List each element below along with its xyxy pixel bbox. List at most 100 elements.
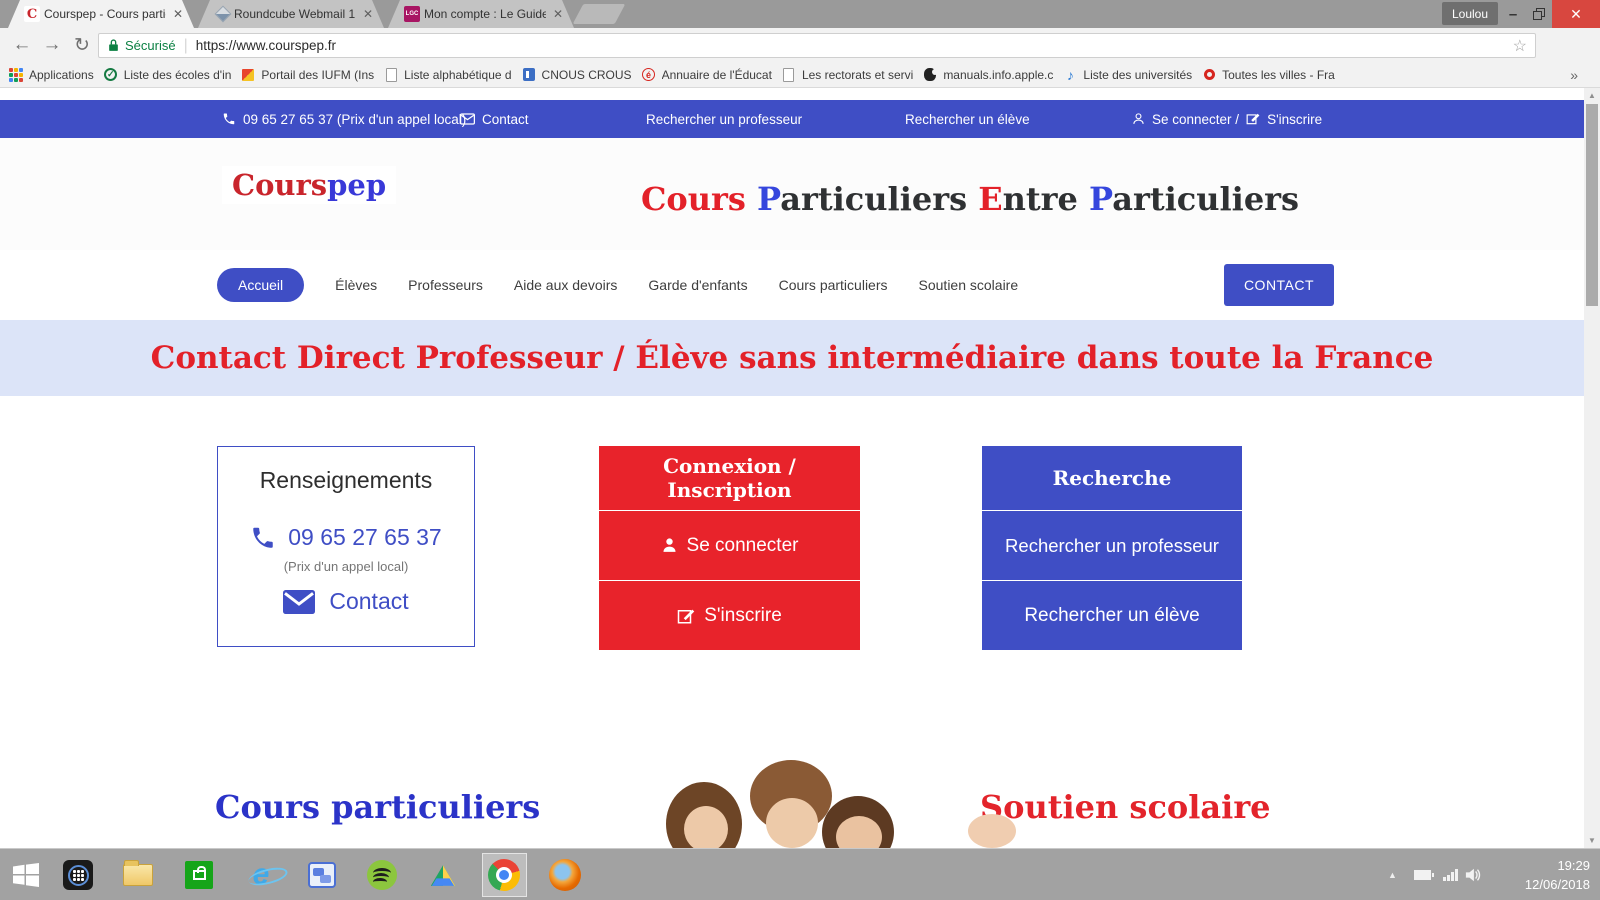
- tab-leguide[interactable]: LGC Mon compte : Le Guide C ✕: [388, 0, 574, 28]
- minimize-button[interactable]: –: [1500, 0, 1526, 28]
- scroll-up-icon[interactable]: ▲: [1584, 91, 1600, 100]
- bottom-sections: Cours particuliers Soutien scolaire: [0, 756, 1584, 848]
- screen: C Courspep - Cours particu ✕ Roundcube W…: [0, 0, 1600, 900]
- site-logo[interactable]: Courspep: [222, 166, 396, 204]
- apps-grid-icon: [8, 67, 24, 83]
- firefox-icon[interactable]: [549, 859, 581, 891]
- messaging-icon[interactable]: [306, 859, 338, 891]
- rechercher-professeur-button[interactable]: Rechercher un professeur: [982, 510, 1242, 580]
- bookmark-label: Annuaire de l'Éducat: [662, 68, 772, 82]
- contact-button[interactable]: CONTACT: [1224, 264, 1334, 306]
- phone-link[interactable]: 09 65 27 65 37: [218, 524, 474, 551]
- page-viewport: 09 65 27 65 37 (Prix d'un appel local) C…: [0, 88, 1600, 848]
- roundcube-favicon: [214, 6, 230, 22]
- tab-close-icon[interactable]: ✕: [550, 7, 566, 21]
- clock-time: 19:29: [1478, 856, 1590, 875]
- phone-number: 09 65 27 65 37: [288, 524, 441, 551]
- bookmark-star-icon[interactable]: ☆: [1513, 36, 1527, 56]
- bookmark-annuaire[interactable]: é Annuaire de l'Éducat: [641, 67, 772, 83]
- spotify-icon[interactable]: [366, 859, 398, 891]
- url-text[interactable]: https://www.courspep.fr: [196, 38, 1513, 53]
- topbar-link-eleve[interactable]: Rechercher un élève: [905, 100, 1030, 138]
- address-bar[interactable]: Sécurisé | https://www.courspep.fr ☆: [98, 33, 1536, 58]
- title-word: E: [978, 180, 1002, 218]
- logo-part-red: Cours: [232, 168, 327, 202]
- site-title: Cours Particuliers Entre Particuliers: [640, 180, 1300, 218]
- tab-title: Courspep - Cours particu: [44, 7, 166, 21]
- google-drive-icon[interactable]: [427, 859, 459, 891]
- topbar-account[interactable]: Se connecter / S'inscrire: [1132, 100, 1322, 138]
- bookmark-ecoles[interactable]: ✓ Liste des écoles d'in: [103, 67, 232, 83]
- bookmark-applications[interactable]: Applications: [8, 67, 94, 83]
- file-explorer-icon[interactable]: [122, 859, 154, 891]
- bookmark-villes[interactable]: Toutes les villes - Fra: [1201, 67, 1335, 83]
- signup-link[interactable]: S'inscrire: [1267, 112, 1322, 127]
- iufm-flag-icon: [240, 67, 256, 83]
- tab-title: Mon compte : Le Guide C: [424, 7, 546, 21]
- restore-button[interactable]: [1527, 0, 1551, 28]
- nav-item-eleves[interactable]: Élèves: [335, 277, 377, 293]
- bookmark-cnous[interactable]: CNOUS CROUS: [521, 67, 632, 83]
- app-launcher-icon[interactable]: [62, 859, 94, 891]
- signup-pencil-icon: [677, 607, 695, 625]
- nav-item-professeurs[interactable]: Professeurs: [408, 277, 483, 293]
- scrollbar-thumb[interactable]: [1586, 104, 1598, 306]
- section-title-cours-particuliers: Cours particuliers: [215, 788, 540, 826]
- close-button[interactable]: ✕: [1552, 0, 1600, 28]
- nav-item-soutien-scolaire[interactable]: Soutien scolaire: [919, 277, 1019, 293]
- nav-item-aide-aux-devoirs[interactable]: Aide aux devoirs: [514, 277, 618, 293]
- headline-banner: Contact Direct Professeur / Élève sans i…: [0, 320, 1584, 396]
- s-inscrire-button[interactable]: S'inscrire: [599, 580, 860, 650]
- se-connecter-button[interactable]: Se connecter: [599, 510, 860, 580]
- bookmark-rectorats[interactable]: Les rectorats et servi: [781, 67, 913, 83]
- tab-title: Roundcube Webmail 1.3: [234, 7, 356, 21]
- tab-close-icon[interactable]: ✕: [360, 7, 376, 21]
- bookmark-label: Liste alphabétique d: [404, 68, 511, 82]
- bookmark-apple[interactable]: manuals.info.apple.c: [922, 67, 1053, 83]
- bookmark-iufm[interactable]: Portail des IUFM (Ins: [240, 67, 374, 83]
- nav-item-cours-particuliers[interactable]: Cours particuliers: [779, 277, 888, 293]
- contact-link-text: Contact: [329, 588, 408, 615]
- s-inscrire-label: S'inscrire: [704, 605, 782, 627]
- children-photo: [650, 756, 1020, 848]
- profile-button[interactable]: Loulou: [1442, 2, 1498, 25]
- topbar-link-professeur[interactable]: Rechercher un professeur: [646, 100, 802, 138]
- site-nav: Accueil Élèves Professeurs Aide aux devo…: [0, 250, 1584, 320]
- lgc-favicon: LGC: [404, 6, 420, 22]
- bookmark-label: Applications: [29, 68, 94, 82]
- internet-explorer-icon[interactable]: e: [245, 859, 277, 891]
- tab-courspep[interactable]: C Courspep - Cours particu ✕: [8, 0, 194, 28]
- rechercher-eleve-button[interactable]: Rechercher un élève: [982, 580, 1242, 650]
- taskbar-clock[interactable]: 19:29 12/06/2018: [1478, 856, 1590, 894]
- bookmarks-overflow-chevron[interactable]: »: [1570, 67, 1592, 83]
- topbar-phone[interactable]: 09 65 27 65 37 (Prix d'un appel local): [222, 100, 466, 138]
- back-button[interactable]: ←: [8, 31, 36, 59]
- network-signal-icon[interactable]: [1443, 849, 1458, 900]
- contact-link[interactable]: Contact: [218, 588, 474, 615]
- security-label: Sécurisé: [125, 38, 176, 53]
- renseignements-card: Renseignements 09 65 27 65 37 (Prix d'un…: [217, 446, 475, 647]
- page-scrollbar[interactable]: ▲ ▼: [1584, 88, 1600, 848]
- new-tab-button[interactable]: [573, 4, 626, 24]
- start-button[interactable]: [10, 859, 42, 891]
- scroll-down-icon[interactable]: ▼: [1584, 836, 1600, 845]
- tab-close-icon[interactable]: ✕: [170, 7, 186, 21]
- nav-item-garde-enfants[interactable]: Garde d'enfants: [648, 277, 747, 293]
- topbar-contact[interactable]: Contact: [460, 100, 529, 138]
- renseignements-title: Renseignements: [218, 467, 474, 494]
- user-icon: [1132, 112, 1145, 126]
- tray-expand-icon[interactable]: ▲: [1388, 849, 1397, 900]
- nav-item-accueil[interactable]: Accueil: [217, 268, 304, 302]
- bookmark-alphabetique[interactable]: Liste alphabétique d: [383, 67, 511, 83]
- forward-button[interactable]: →: [38, 31, 66, 59]
- reload-button[interactable]: ↻: [68, 31, 96, 59]
- bookmark-universites[interactable]: ♪ Liste des universités: [1062, 67, 1192, 83]
- chrome-icon[interactable]: [488, 859, 520, 891]
- windows-store-icon[interactable]: [183, 859, 215, 891]
- windows-logo-icon: [12, 862, 40, 888]
- bookmarks-bar: Applications ✓ Liste des écoles d'in Por…: [0, 62, 1600, 88]
- tab-roundcube[interactable]: Roundcube Webmail 1.3 ✕: [198, 0, 384, 28]
- rechercher-professeur-label: Rechercher un professeur: [1005, 535, 1219, 557]
- battery-icon[interactable]: [1414, 849, 1431, 900]
- login-link[interactable]: Se connecter /: [1152, 112, 1239, 127]
